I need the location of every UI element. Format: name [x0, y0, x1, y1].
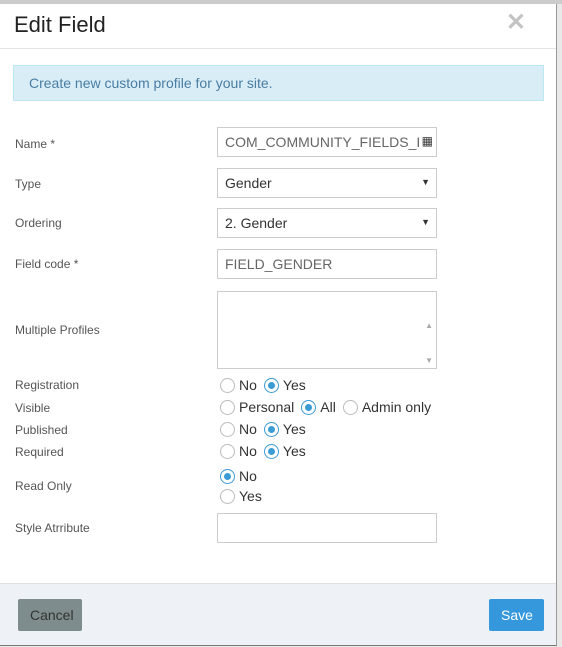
required-label: Required: [15, 445, 64, 459]
close-icon[interactable]: ✕: [506, 8, 526, 37]
name-value: COM_COMMUNITY_FIELDS_I: [225, 134, 421, 150]
option-label: Yes: [282, 421, 306, 437]
table-icon: ▦: [421, 134, 433, 148]
registration-yes-radio[interactable]: [263, 377, 279, 393]
visible-radios: Personal All Admin only: [217, 399, 431, 415]
registration-radios: No Yes: [217, 377, 306, 393]
option-label: No: [239, 468, 257, 484]
scroll-down-icon[interactable]: ▼: [425, 356, 433, 365]
profiles-label: Multiple Profiles: [15, 323, 100, 337]
required-yes-radio[interactable]: [263, 443, 279, 459]
scrollbar[interactable]: ▲: [425, 295, 433, 357]
published-no-radio[interactable]: [220, 421, 235, 437]
required-radios: No Yes: [217, 443, 306, 459]
published-radios: No Yes: [217, 421, 306, 437]
option-label: Yes: [239, 488, 262, 504]
type-value: Gender: [225, 175, 272, 191]
dialog-header: Edit Field ✕: [0, 4, 556, 49]
readonly-yes-radio[interactable]: [220, 488, 235, 504]
registration-no-radio[interactable]: [220, 377, 235, 393]
cancel-button[interactable]: Cancel: [18, 599, 82, 631]
style-input[interactable]: [217, 513, 437, 543]
name-label: Name *: [15, 137, 56, 151]
name-input[interactable]: COM_COMMUNITY_FIELDS_I ▦: [217, 127, 437, 157]
readonly-label: Read Only: [15, 479, 72, 493]
type-label: Type: [15, 177, 42, 191]
published-yes-radio[interactable]: [263, 421, 279, 437]
readonly-radio-no: No: [217, 468, 257, 484]
info-alert: Create new custom profile for your site.: [13, 65, 544, 101]
ordering-label: Ordering: [15, 216, 62, 230]
field-code-input[interactable]: FIELD_GENDER: [217, 249, 437, 279]
option-label: All: [320, 399, 336, 415]
profiles-listbox[interactable]: ▲ ▼: [217, 291, 437, 369]
field-code-label: Field code *: [15, 257, 79, 271]
ordering-select[interactable]: 2. Gender ▼: [217, 208, 437, 238]
readonly-radio-yes: Yes: [217, 488, 262, 504]
option-label: No: [239, 377, 257, 393]
visible-personal-radio[interactable]: [220, 399, 235, 415]
readonly-no-radio[interactable]: [220, 468, 235, 484]
option-label: Yes: [282, 443, 306, 459]
option-label: Personal: [239, 399, 295, 415]
option-label: Yes: [282, 377, 306, 393]
edit-field-dialog: Edit Field ✕ Create new custom profile f…: [0, 4, 557, 646]
ordering-value: 2. Gender: [225, 215, 288, 231]
published-label: Published: [15, 423, 68, 437]
option-label: No: [239, 421, 257, 437]
visible-all-radio[interactable]: [301, 399, 317, 415]
registration-label: Registration: [15, 378, 80, 392]
style-label: Style Atrribute: [15, 521, 90, 535]
dialog-title: Edit Field: [14, 12, 106, 37]
save-button[interactable]: Save: [489, 599, 544, 631]
dialog-footer: Cancel Save: [0, 583, 556, 645]
type-select[interactable]: Gender ▼: [217, 168, 437, 198]
required-no-radio[interactable]: [220, 443, 235, 459]
dropdown-arrow-icon: ▼: [421, 217, 430, 227]
visible-admin-radio[interactable]: [342, 399, 358, 415]
option-label: No: [239, 443, 257, 459]
visible-label: Visible: [15, 401, 51, 415]
dropdown-arrow-icon: ▼: [421, 177, 430, 187]
option-label: Admin only: [361, 399, 432, 415]
